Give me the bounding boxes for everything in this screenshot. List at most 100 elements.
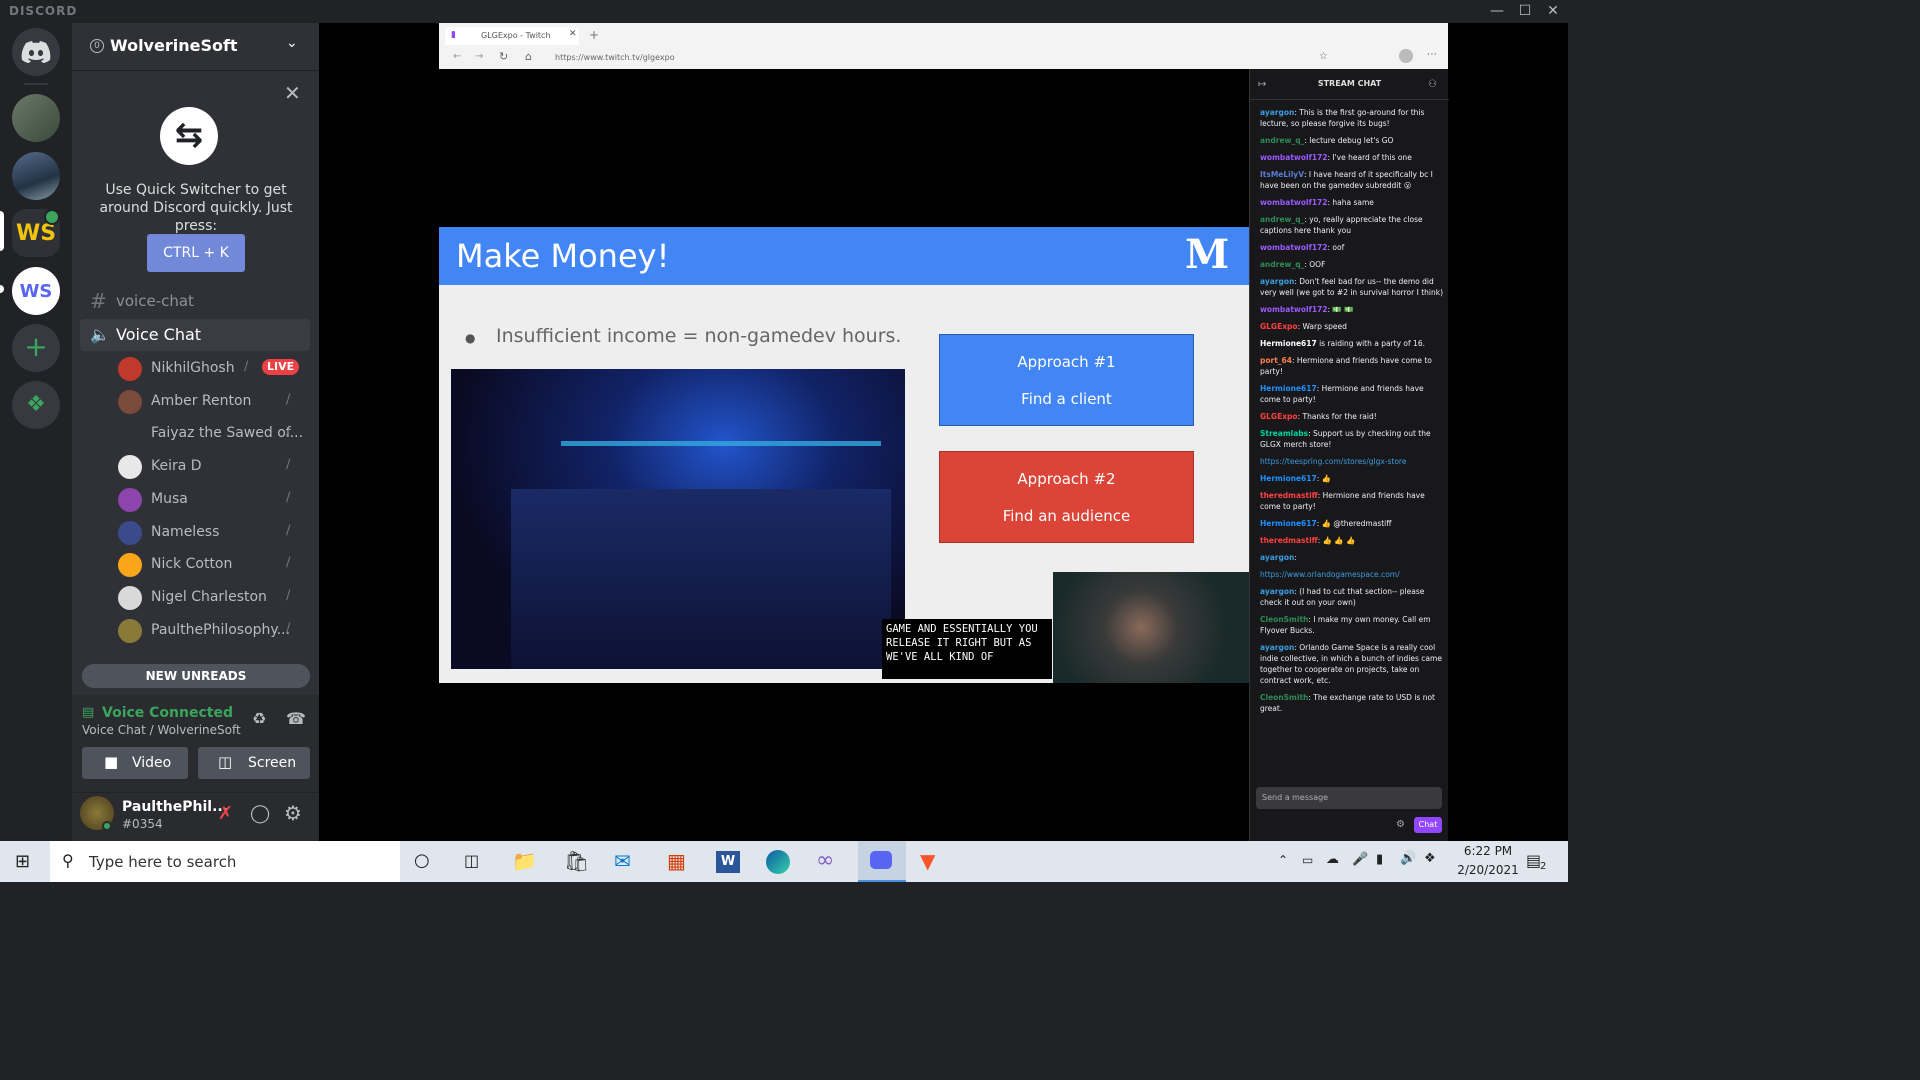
voice-user-row[interactable]: Nick Cotton ∕ — [112, 549, 312, 579]
voice-status-title[interactable]: Voice Connected — [102, 705, 233, 721]
chat-username[interactable]: wombatwolf172 — [1260, 153, 1327, 162]
shortcut-button[interactable]: CTRL + K — [147, 234, 245, 272]
chat-text[interactable]: https://www.orlandogamespace.com/ — [1260, 570, 1400, 579]
headphones-icon[interactable]: ◯ — [250, 803, 270, 824]
address-bar[interactable]: https://www.twitch.tv/glgexpo — [555, 53, 675, 62]
chat-username[interactable]: CleonSmith — [1260, 693, 1308, 702]
chat-username[interactable]: andrew_q_ — [1260, 215, 1304, 224]
chat-username[interactable]: ayargon — [1260, 277, 1294, 286]
chat-username[interactable]: wombatwolf172 — [1260, 243, 1327, 252]
chat-username[interactable]: ItsMeLilyV — [1260, 170, 1304, 179]
edge-icon[interactable] — [766, 850, 790, 874]
chat-username[interactable]: ayargon — [1260, 553, 1294, 562]
onedrive-icon[interactable]: ☁ — [1326, 852, 1339, 867]
chat-username[interactable]: andrew_q_ — [1260, 260, 1304, 269]
video-button[interactable]: ■ Video — [82, 747, 188, 779]
home-button[interactable] — [12, 28, 60, 76]
device-icon[interactable]: ▭ — [1302, 853, 1313, 867]
chat-username[interactable]: Hermione617 — [1260, 339, 1317, 348]
chat-username[interactable]: andrew_q_ — [1260, 136, 1304, 145]
chat-username[interactable]: Hermione617 — [1260, 519, 1317, 528]
chat-send-button[interactable]: Chat — [1414, 817, 1442, 833]
chat-username[interactable]: Hermione617 — [1260, 474, 1317, 483]
word-icon[interactable]: W — [716, 851, 740, 873]
more-icon[interactable]: ⋯ — [1427, 49, 1437, 60]
screen-share-button[interactable]: ◫ Screen — [198, 747, 310, 779]
windows-start-icon[interactable]: ⊞ — [15, 851, 30, 872]
gear-icon[interactable]: ⚙ — [284, 801, 302, 825]
visual-studio-icon[interactable]: ∞ — [816, 848, 834, 873]
battery-icon[interactable]: ▮ — [1376, 852, 1383, 867]
favorites-icon[interactable]: ☆ — [1319, 51, 1328, 62]
chat-input[interactable]: Send a message — [1256, 787, 1442, 809]
discord-taskbar-icon[interactable] — [858, 841, 906, 882]
chat-settings-icon[interactable]: ⚙ — [1396, 819, 1405, 830]
channel-voice-chat-text[interactable]: # voice-chat — [80, 287, 310, 315]
office-icon[interactable]: ▦ — [667, 849, 686, 873]
explore-servers-icon[interactable]: ❖ — [12, 381, 60, 429]
profile-icon[interactable] — [1399, 49, 1413, 63]
server-header[interactable]: 0 WolverineSoft ⌄ — [72, 23, 319, 71]
server-icon-1[interactable] — [12, 94, 60, 142]
maximize-button[interactable]: ☐ — [1512, 2, 1538, 20]
back-icon[interactable]: ← — [453, 51, 461, 62]
dropbox-icon[interactable]: ❖ — [1424, 851, 1436, 866]
clock-time[interactable]: 6:22 PM — [1448, 844, 1528, 858]
chat-username[interactable]: GLGExpo — [1260, 322, 1298, 331]
clock-date[interactable]: 2/20/2021 — [1448, 863, 1528, 877]
store-icon[interactable]: 🛍 — [564, 849, 589, 873]
voice-user-name: Keira D — [151, 458, 202, 475]
chat-username[interactable]: GLGExpo — [1260, 412, 1298, 421]
chat-username[interactable]: theredmastiff — [1260, 536, 1318, 545]
mail-icon[interactable]: ✉ — [614, 849, 631, 873]
channel-voice-chat[interactable]: 🔈 Voice Chat — [80, 319, 310, 351]
chat-username[interactable]: CleonSmith — [1260, 615, 1308, 624]
chevron-down-icon[interactable]: ⌄ — [286, 35, 298, 51]
cortana-icon[interactable]: ○ — [414, 850, 430, 871]
taskbar-search[interactable]: ⚲ Type here to search — [50, 841, 400, 882]
chat-username[interactable]: ayargon — [1260, 643, 1294, 652]
close-tab-icon[interactable]: ✕ — [569, 29, 577, 39]
chat-username[interactable]: port_64 — [1260, 356, 1292, 365]
voice-user-row[interactable]: PaulthePhilosophy... ∕ — [112, 615, 312, 645]
close-icon[interactable]: ✕ — [284, 81, 301, 105]
brave-icon[interactable]: ▼ — [920, 849, 935, 873]
voice-user-row[interactable]: Nigel Charleston ∕ — [112, 582, 312, 612]
home-icon[interactable]: ⌂ — [525, 50, 532, 63]
users-icon[interactable]: ⚇ — [1428, 79, 1437, 90]
disconnect-icon[interactable]: ☎ — [286, 709, 306, 728]
forward-icon[interactable]: → — [475, 51, 483, 62]
voice-user-row[interactable]: Faiyaz the Sawed of... ∕ — [112, 418, 312, 448]
reload-icon[interactable]: ↻ — [499, 50, 508, 63]
mute-icon[interactable]: ✗ — [218, 803, 233, 824]
chat-username[interactable]: Streamlabs — [1260, 429, 1308, 438]
chat-username[interactable]: theredmastiff — [1260, 491, 1318, 500]
browser-tab[interactable]: ▮ GLGExpo - Twitch ✕ — [445, 27, 579, 45]
voice-status-subtitle[interactable]: Voice Chat / WolverineSoft — [82, 723, 241, 737]
chat-username[interactable]: wombatwolf172 — [1260, 305, 1327, 314]
minimize-button[interactable]: — — [1484, 2, 1510, 20]
volume-icon[interactable]: 🔊 — [1400, 851, 1416, 866]
chat-text[interactable]: https://teespring.com/stores/glgx-store — [1260, 457, 1406, 466]
voice-user-row[interactable]: Musa ∕ — [112, 484, 312, 514]
noise-suppression-icon[interactable]: ♻ — [252, 709, 266, 728]
notification-icon[interactable]: ▤ — [1526, 851, 1541, 870]
chat-username[interactable]: wombatwolf172 — [1260, 198, 1327, 207]
server-icon-3[interactable]: WS — [12, 267, 60, 315]
show-hidden-icons[interactable]: ⌃ — [1278, 853, 1288, 867]
add-server-icon[interactable]: + — [12, 324, 60, 372]
close-window-button[interactable]: ✕ — [1540, 2, 1566, 20]
new-tab-icon[interactable]: + — [589, 28, 599, 42]
chat-username[interactable]: Hermione617 — [1260, 384, 1317, 393]
file-explorer-icon[interactable]: 📁 — [512, 849, 537, 873]
voice-user-row[interactable]: Keira D ∕ — [112, 451, 312, 481]
task-view-icon[interactable]: ◫ — [464, 851, 479, 870]
voice-user-row[interactable]: NikhilGhosh ∕ LIVE — [112, 353, 312, 383]
chat-username[interactable]: ayargon — [1260, 108, 1294, 117]
chat-username[interactable]: ayargon — [1260, 587, 1294, 596]
voice-user-row[interactable]: Nameless ∕ — [112, 517, 312, 547]
username[interactable]: PaulthePhil... — [122, 799, 228, 815]
microphone-icon[interactable]: 🎤 — [1352, 852, 1368, 867]
server-icon-2[interactable] — [12, 152, 60, 200]
voice-user-row[interactable]: Amber Renton ∕ — [112, 386, 312, 416]
